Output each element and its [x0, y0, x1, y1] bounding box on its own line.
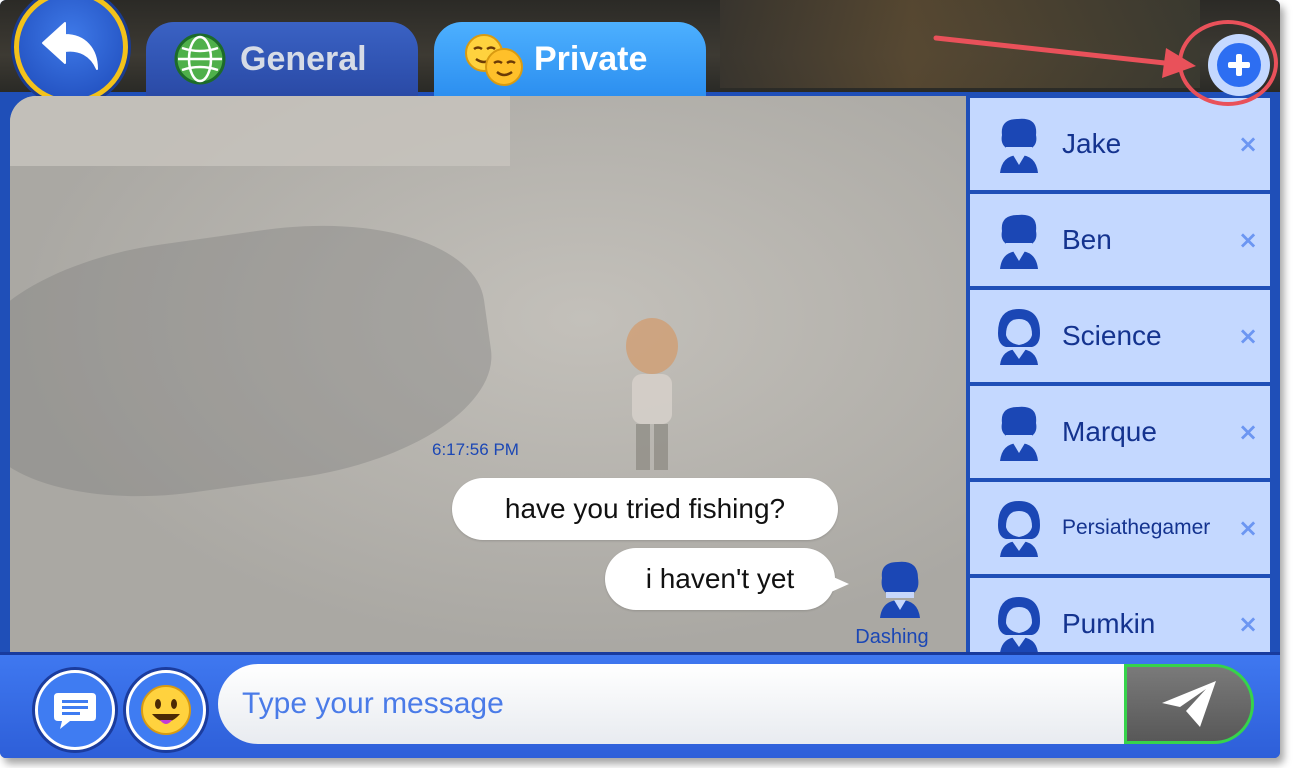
emoji-icon — [141, 685, 191, 735]
contact-name: Marque — [1062, 416, 1157, 447]
game-character-figure — [626, 318, 678, 470]
close-icon[interactable]: × — [1236, 610, 1260, 638]
send-icon — [1162, 681, 1216, 727]
contact-item-persiathegamer[interactable]: Persiathegamer × — [970, 482, 1270, 574]
close-icon[interactable]: × — [1236, 130, 1260, 158]
message-bubble: i haven't yet — [605, 548, 849, 610]
contact-item-science[interactable]: Science × — [970, 290, 1270, 382]
tab-private[interactable]: Private — [434, 22, 706, 96]
girl-avatar-icon — [998, 597, 1040, 652]
close-icon[interactable]: × — [1236, 226, 1260, 254]
contact-item-jake[interactable]: Jake × — [970, 98, 1270, 190]
message-bubble: have you tried fishing? — [452, 478, 838, 540]
girl-avatar-icon — [998, 309, 1040, 365]
emoji-button[interactable] — [126, 670, 206, 750]
contact-name: Pumkin — [1062, 608, 1156, 639]
contact-item-ben[interactable]: Ben × — [970, 194, 1270, 286]
globe-icon — [174, 33, 226, 85]
message-input[interactable] — [218, 664, 1128, 744]
close-icon[interactable]: × — [1236, 418, 1260, 446]
annotation-arrow-icon — [933, 35, 1196, 78]
tab-private-label: Private — [534, 39, 648, 78]
close-icon[interactable]: × — [1236, 514, 1260, 542]
chat-bubble-icon — [54, 693, 96, 729]
boy-avatar-icon — [1000, 406, 1038, 461]
message-timestamp: 6:17:56 PM — [432, 440, 519, 459]
tab-general[interactable]: General — [146, 22, 418, 96]
close-icon[interactable]: × — [1236, 322, 1260, 350]
sender-name: Dashing — [855, 626, 929, 648]
chat-window: General Private 6:17:56 PM have you trie… — [0, 0, 1280, 758]
contact-item-pumkin[interactable]: Pumkin × — [970, 578, 1270, 652]
sender-avatar-icon — [880, 561, 920, 618]
boy-avatar-icon — [1000, 214, 1038, 269]
contact-name: Persiathegamer — [1062, 516, 1211, 539]
send-button[interactable] — [1124, 664, 1254, 744]
tab-general-label: General — [240, 39, 367, 78]
back-arrow-icon — [42, 22, 98, 70]
contact-name: Science — [1062, 320, 1162, 351]
contact-name: Ben — [1062, 224, 1112, 255]
faces-icon — [465, 34, 523, 86]
contacts-list: Jake × Ben × Science × Marque × Persiath… — [966, 96, 1276, 652]
contact-item-marque[interactable]: Marque × — [970, 386, 1270, 478]
girl-avatar-icon — [998, 501, 1040, 557]
boy-avatar-icon — [1000, 118, 1038, 173]
game-scene-wall — [10, 96, 510, 166]
quick-chat-button[interactable] — [35, 670, 115, 750]
contact-name: Jake — [1062, 128, 1122, 159]
